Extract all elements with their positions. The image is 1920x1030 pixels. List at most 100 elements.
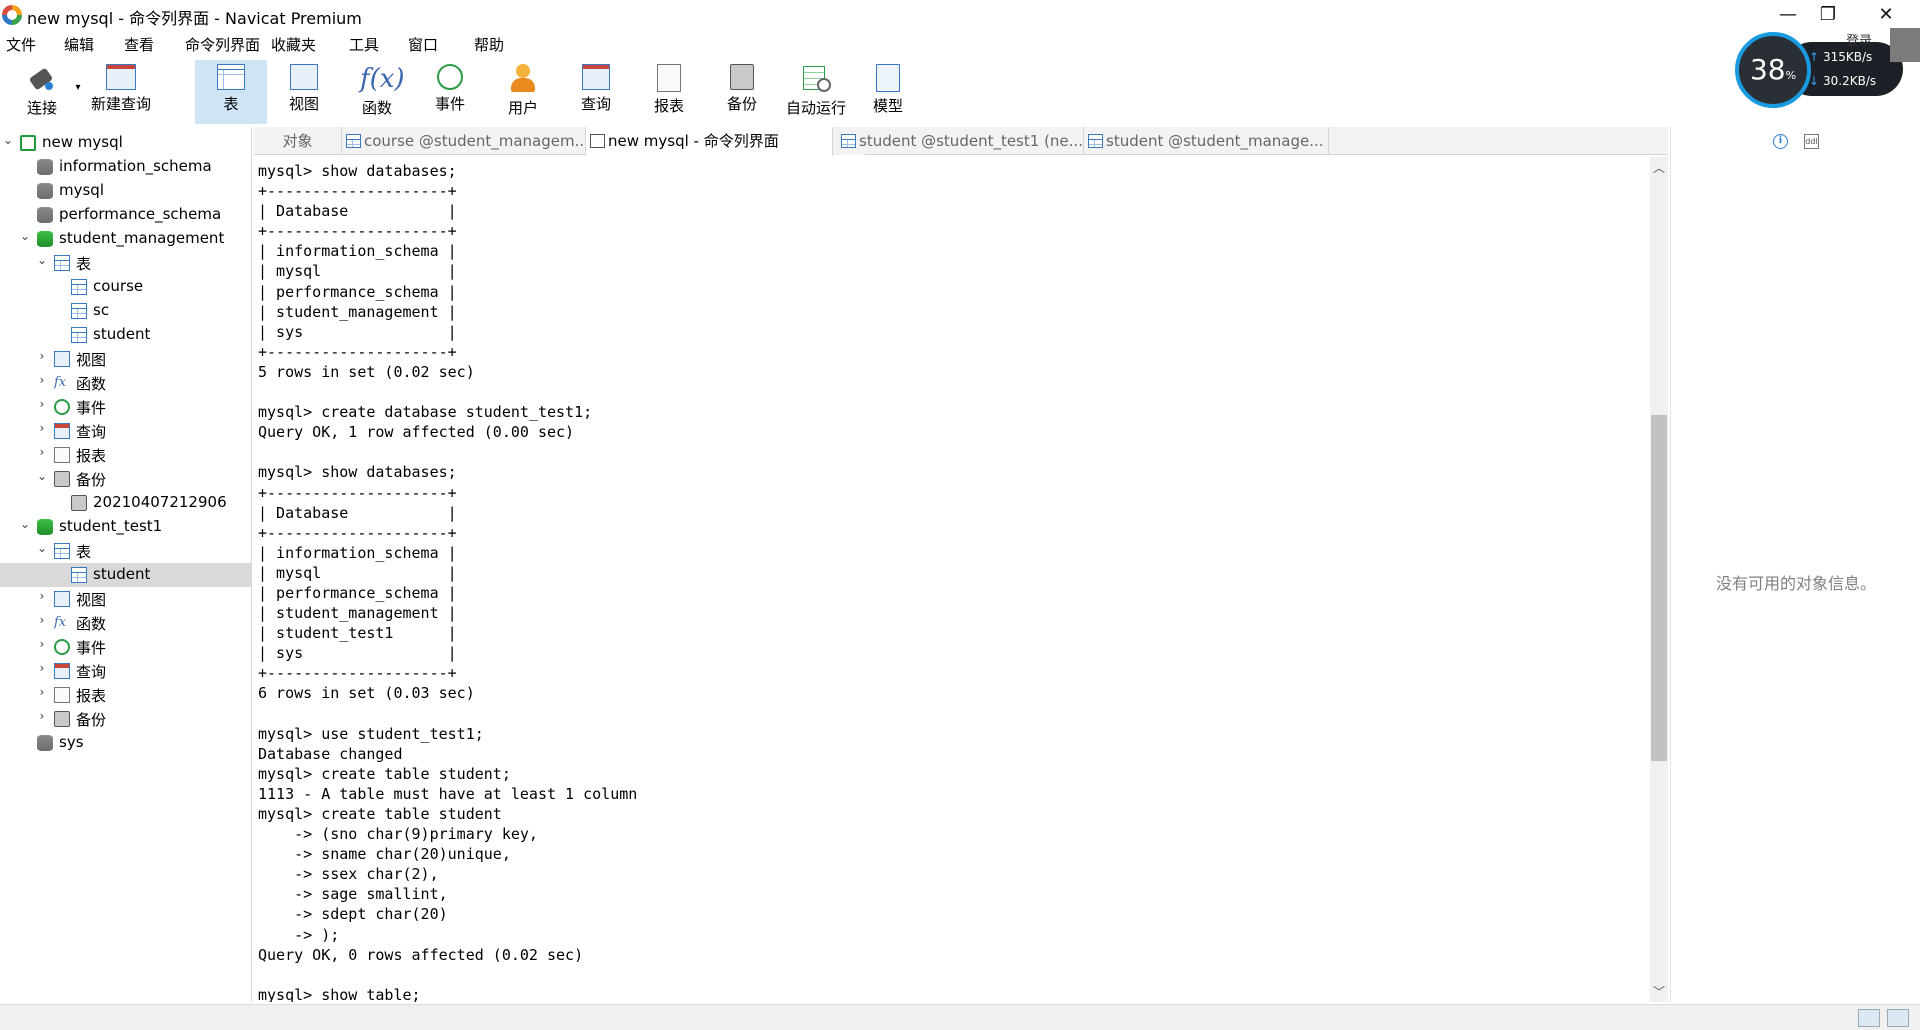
chevron-down-icon[interactable]: ⌄ [19,229,31,243]
tab-console-label: new mysql - 命令列界面 [608,132,779,150]
menu-file[interactable]: 文件 [6,34,36,55]
tree-item-label: 备份 [76,471,107,489]
menu-console[interactable]: 命令列界面 [185,34,260,55]
maximize-button[interactable]: ❐ [1805,2,1851,28]
chevron-right-icon[interactable]: › [36,373,48,387]
tree-item[interactable]: sys [0,731,251,755]
tab-student-test1[interactable]: student @student_test1 (ne... [837,127,1084,155]
chevron-down-icon[interactable]: ⌄ [36,541,48,555]
clock-icon [437,64,463,90]
layout-detail-button[interactable] [1887,1009,1909,1027]
tab-course[interactable]: course @student_managem... [342,127,586,155]
scroll-down-icon[interactable]: ﹀ [1650,983,1668,1000]
menu-favorites[interactable]: 收藏夹 [271,34,316,55]
console-text[interactable]: mysql> show databases; +----------------… [258,161,637,1002]
download-rate: 30.2KB/s [1823,74,1877,88]
chevron-right-icon[interactable]: › [36,685,48,699]
ddl-icon[interactable]: ddl [1804,134,1819,149]
chevron-down-icon[interactable]: ⌄ [19,517,31,531]
tree-item-label: new mysql [42,133,123,151]
chevron-right-icon[interactable]: › [36,349,48,363]
tree-item[interactable]: ⌄ student_management [0,227,251,251]
network-speed-widget[interactable]: 38% ↑ 315KB/s ↓ 30.2KB/s [1735,32,1903,108]
table-icon [217,64,245,90]
chevron-down-icon[interactable]: ⌄ [36,253,48,267]
automation-button[interactable]: 自动运行 [782,60,850,124]
scrollbar-thumb[interactable] [1651,415,1667,761]
tree-item[interactable]: › fx 函数 [0,611,251,635]
tree-item[interactable]: › 查询 [0,419,251,443]
database-open-icon [37,519,53,535]
table-icon [71,303,87,319]
chevron-right-icon[interactable]: › [36,589,48,603]
chevron-right-icon[interactable]: › [36,661,48,675]
tree-item-label: 视图 [76,351,107,369]
tree-item[interactable]: ⌄ 表 [0,539,251,563]
event-button[interactable]: 事件 [420,60,480,124]
connect-dropdown[interactable]: ▾ [72,60,84,124]
tree-item[interactable]: › 事件 [0,635,251,659]
tree-item[interactable]: › 报表 [0,683,251,707]
model-button[interactable]: 模型 [858,60,918,124]
query-button[interactable]: 查询 [566,60,626,124]
new-query-button[interactable]: 新建查询 [88,60,154,124]
object-info-panel: i ddl 没有可用的对象信息。 [1670,127,1920,1002]
backup-button[interactable]: 备份 [712,60,772,124]
tab-console[interactable]: new mysql - 命令列界面 [586,127,833,156]
tree-item[interactable]: mysql [0,179,251,203]
table-button[interactable]: 表 [195,60,267,124]
user-button[interactable]: 用户 [493,60,553,124]
avatar[interactable] [1890,28,1920,62]
backup-icon [730,64,754,90]
close-button[interactable]: ✕ [1863,2,1909,28]
chevron-down-icon[interactable]: ⌄ [2,133,14,147]
tree-item[interactable]: ⌄ 备份 [0,467,251,491]
chevron-right-icon[interactable]: › [36,397,48,411]
menu-window[interactable]: 窗口 [408,34,438,55]
tree-item[interactable]: › 事件 [0,395,251,419]
chevron-right-icon[interactable]: › [36,445,48,459]
login-link[interactable]: 登录 [1846,30,1872,49]
tree-item[interactable]: sc [0,299,251,323]
tree-item[interactable]: › 视图 [0,347,251,371]
tree-item[interactable]: course [0,275,251,299]
tab-objects[interactable]: 对象 [254,127,342,155]
tree-item[interactable]: student [0,563,251,587]
tree-item[interactable]: ⌄ student_test1 [0,515,251,539]
menu-help[interactable]: 帮助 [474,34,504,55]
connect-button[interactable]: 连接 [10,60,74,124]
view-button[interactable]: 视图 [274,60,334,124]
tree-item[interactable]: 20210407212906 [0,491,251,515]
tree-item[interactable]: information_schema [0,155,251,179]
tree-item[interactable]: student [0,323,251,347]
tree-item[interactable]: ⌄ 表 [0,251,251,275]
tree-item[interactable]: performance_schema [0,203,251,227]
tree-item[interactable]: ⌄ new mysql [0,131,251,155]
function-button[interactable]: f(x) 函数 [347,60,407,124]
report-icon [54,447,70,463]
navigation-tree: ⌄ new mysql information_schemamysql perform… [0,127,252,1002]
console-output[interactable]: mysql> show databases; +----------------… [254,157,1650,1002]
tree-item-label: 事件 [76,639,107,657]
function-icon: f(x) [360,64,405,94]
tree-item-label: information_schema [59,157,212,175]
chevron-right-icon[interactable]: › [36,613,48,627]
menu-tools[interactable]: 工具 [349,34,379,55]
tab-student-management[interactable]: student @student_manage... [1084,127,1329,155]
tree-item[interactable]: › 视图 [0,587,251,611]
console-scrollbar[interactable]: ︿ ﹀ [1650,157,1668,1002]
report-button[interactable]: 报表 [639,60,699,124]
menu-edit[interactable]: 编辑 [64,34,94,55]
chevron-right-icon[interactable]: › [36,637,48,651]
scroll-up-icon[interactable]: ︿ [1650,159,1668,176]
info-icon[interactable]: i [1773,134,1788,149]
layout-list-button[interactable] [1858,1009,1880,1027]
tree-item[interactable]: › fx 函数 [0,371,251,395]
chevron-right-icon[interactable]: › [36,421,48,435]
tree-item[interactable]: › 备份 [0,707,251,731]
chevron-right-icon[interactable]: › [36,709,48,723]
chevron-down-icon[interactable]: ⌄ [36,469,48,483]
menu-view[interactable]: 查看 [124,34,154,55]
tree-item[interactable]: › 查询 [0,659,251,683]
tree-item[interactable]: › 报表 [0,443,251,467]
